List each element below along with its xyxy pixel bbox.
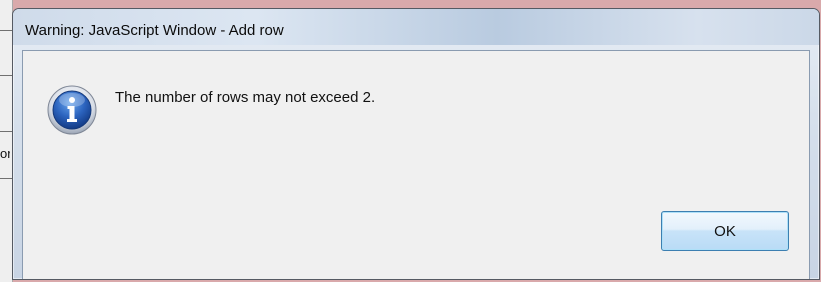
dialog-titlebar[interactable]: Warning: JavaScript Window - Add row [13, 9, 819, 45]
background-divider [0, 178, 12, 179]
dialog-client-area: The number of rows may not exceed 2. OK [22, 50, 810, 279]
background-text-fragment: or [0, 146, 10, 161]
ok-button[interactable]: OK [661, 211, 789, 251]
background-divider [0, 75, 12, 76]
background-divider [0, 131, 12, 132]
background-divider [0, 30, 12, 31]
dialog-title: Warning: JavaScript Window - Add row [25, 22, 284, 39]
warning-dialog: Warning: JavaScript Window - Add row The… [12, 8, 820, 280]
dialog-message: The number of rows may not exceed 2. [115, 89, 376, 106]
info-icon [47, 85, 97, 135]
